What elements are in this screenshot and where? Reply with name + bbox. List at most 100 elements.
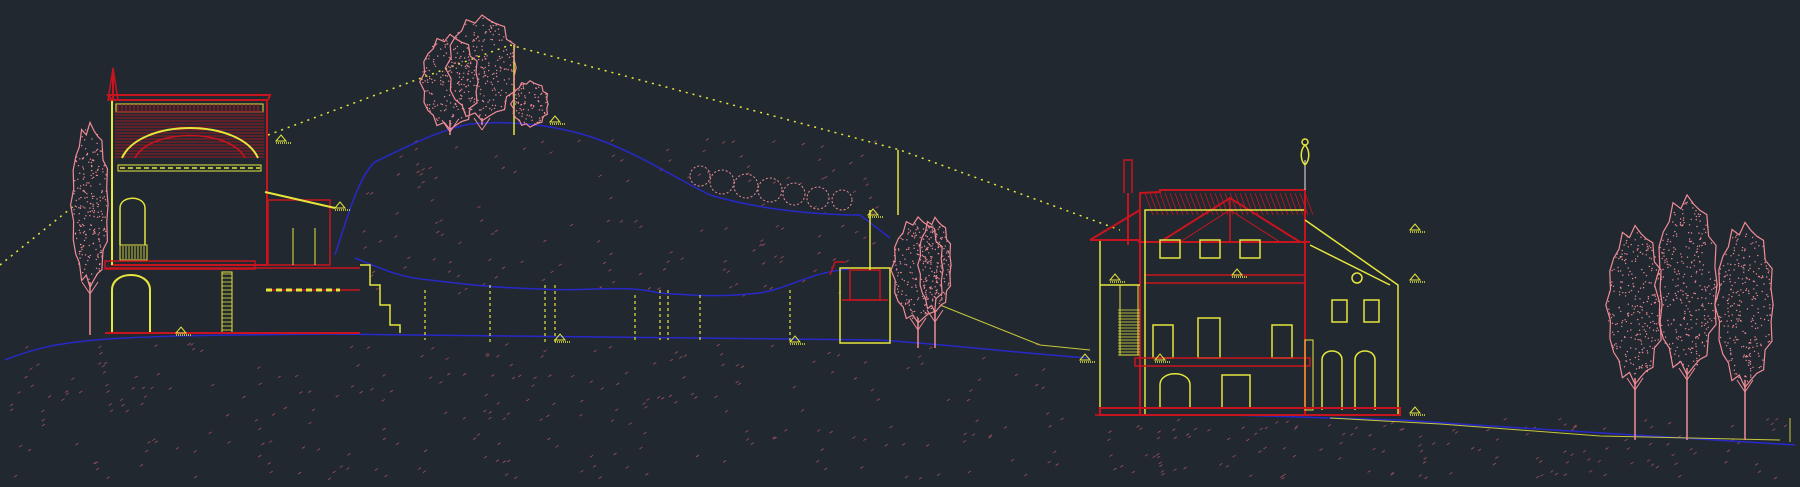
tree-stipple (490, 109, 493, 111)
tree-stipple (92, 233, 94, 235)
tree-stipple (1679, 336, 1682, 338)
tree-stipple (443, 109, 446, 112)
tree-stipple (943, 248, 945, 250)
tree-stipple (899, 263, 902, 265)
tree-stipple (1624, 336, 1626, 339)
tree-stipple (485, 58, 487, 60)
tree-stipple (1699, 285, 1701, 287)
tree-stipple (924, 278, 927, 280)
tree-stipple (1701, 288, 1703, 291)
tree-stipple (518, 112, 520, 114)
tree-stipple (94, 232, 96, 234)
tree-stipple (453, 48, 455, 51)
tree-stipple (467, 73, 469, 75)
tree-stipple (1657, 339, 1659, 341)
tree-stipple (1613, 290, 1615, 292)
tree-stipple (1680, 253, 1682, 255)
tree-stipple (1744, 281, 1746, 284)
tree-stipple (431, 93, 433, 95)
tree-stipple (912, 232, 915, 235)
tree-stipple (1684, 310, 1686, 313)
tree-stipple (428, 108, 431, 110)
tree-stipple (1749, 264, 1751, 266)
tree-stipple (897, 272, 899, 274)
tree-stipple (1650, 282, 1652, 284)
tree-stipple (1689, 311, 1691, 313)
tree-stipple (902, 254, 904, 256)
tree-stipple (1695, 323, 1697, 325)
tree-stipple (1647, 337, 1650, 339)
tree-stipple (497, 59, 499, 61)
cad-drawing-viewport[interactable] (0, 0, 1800, 487)
tree-stipple (909, 230, 912, 232)
tree-stipple (521, 113, 524, 115)
tree-stipple (1735, 309, 1738, 312)
tree-stipple (455, 67, 457, 69)
tree-stipple (1729, 347, 1731, 350)
tree-stipple (1705, 322, 1707, 325)
tree-stipple (1682, 213, 1684, 215)
tree-stipple (446, 100, 448, 102)
tree-stipple (102, 216, 104, 218)
tree-stipple (1723, 325, 1725, 327)
tree-stipple (915, 278, 917, 281)
tree-stipple (1686, 294, 1689, 297)
tree-stipple (1731, 314, 1734, 316)
tree-stipple (1719, 268, 1722, 270)
tree-stipple (95, 258, 98, 261)
tree-stipple (1751, 325, 1753, 328)
tree-stipple (73, 209, 75, 211)
tree-stipple (1673, 318, 1675, 321)
tree-stipple (1751, 236, 1754, 239)
tree-stipple (1665, 258, 1668, 260)
tree-stipple (1753, 297, 1755, 299)
tree-stipple (904, 258, 906, 260)
tree-stipple (475, 25, 477, 27)
tree-stipple (99, 196, 101, 198)
tree-stipple (1707, 302, 1710, 305)
tree-stipple (492, 99, 495, 101)
tree-stipple (91, 138, 93, 140)
tree-stipple (1730, 320, 1733, 322)
tree-stipple (1686, 323, 1689, 325)
tree-stipple (1633, 312, 1635, 314)
tree-stipple (100, 250, 102, 252)
tree-stipple (99, 246, 102, 248)
tree-stipple (97, 253, 99, 255)
tree-stipple (909, 308, 912, 310)
tree-stipple (1742, 330, 1744, 333)
tree-stipple (1757, 311, 1760, 314)
tree-stipple (1611, 322, 1614, 324)
tree-stipple (922, 255, 924, 258)
tree-stipple (1641, 243, 1644, 246)
tree-stipple (440, 103, 442, 105)
tree-stipple (1758, 267, 1760, 270)
tree-stipple (929, 291, 931, 294)
tree-stipple (495, 72, 498, 75)
tree-stipple (1696, 270, 1698, 273)
tree-stipple (1768, 270, 1770, 272)
tree-stipple (941, 298, 943, 300)
tree-stipple (1619, 256, 1622, 259)
tree-stipple (92, 205, 94, 207)
tree-stipple (1699, 213, 1702, 216)
tree-stipple (494, 89, 496, 91)
tree-stipple (1630, 289, 1633, 292)
tree-stipple (947, 264, 950, 266)
tree-stipple (502, 50, 505, 52)
tree-stipple (488, 64, 490, 67)
tree-stipple (490, 81, 492, 84)
tree-stipple (1624, 253, 1626, 255)
tree-stipple (1741, 246, 1744, 249)
tree-stipple (1705, 231, 1707, 234)
tree-stipple (1642, 301, 1645, 304)
tree-stipple (1696, 335, 1699, 338)
tree-stipple (1689, 266, 1692, 269)
tree-stipple (926, 229, 928, 231)
tree-stipple (84, 207, 86, 209)
tree-stipple (440, 76, 442, 79)
tree-stipple (104, 178, 106, 180)
tree-stipple (947, 250, 950, 253)
tree-stipple (935, 289, 937, 292)
tree-stipple (906, 239, 908, 241)
